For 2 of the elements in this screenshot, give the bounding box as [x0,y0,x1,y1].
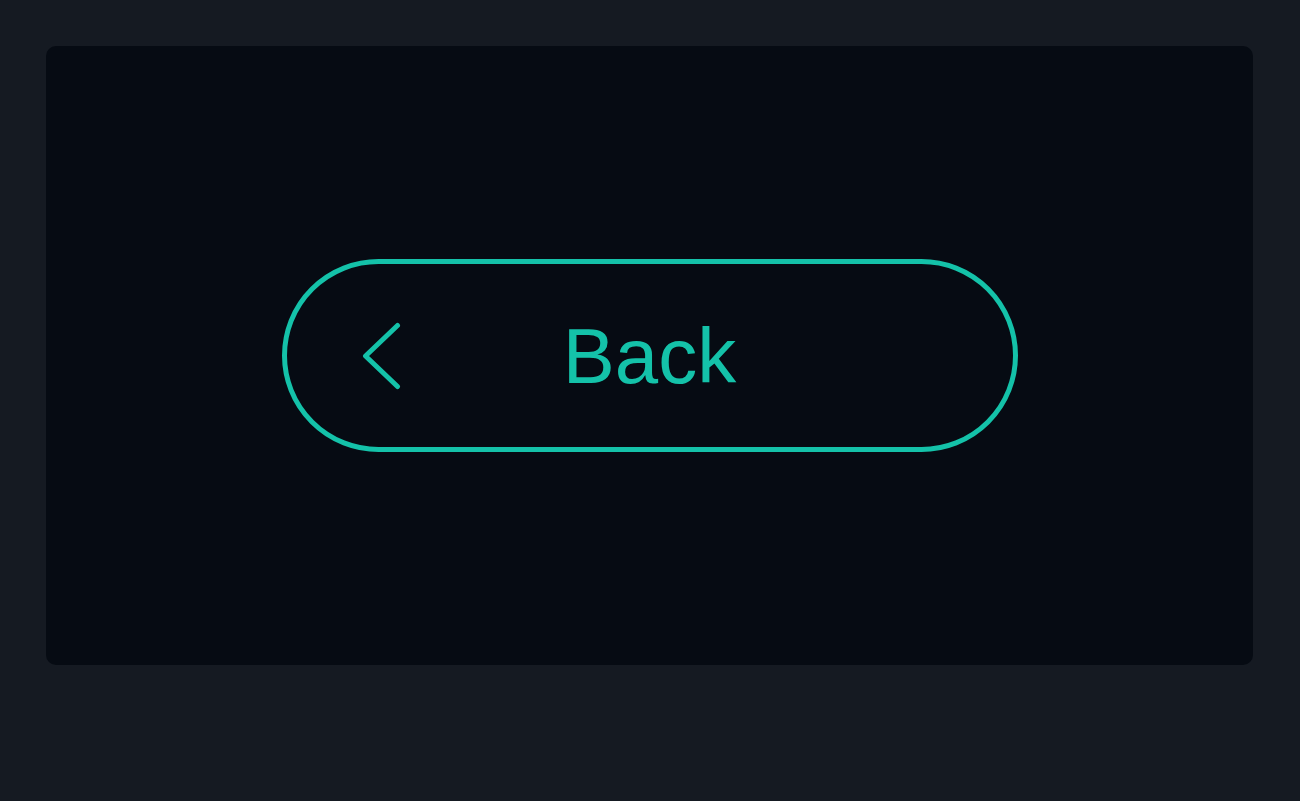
back-button[interactable]: Back [281,259,1018,452]
chevron-left-icon [361,321,401,390]
